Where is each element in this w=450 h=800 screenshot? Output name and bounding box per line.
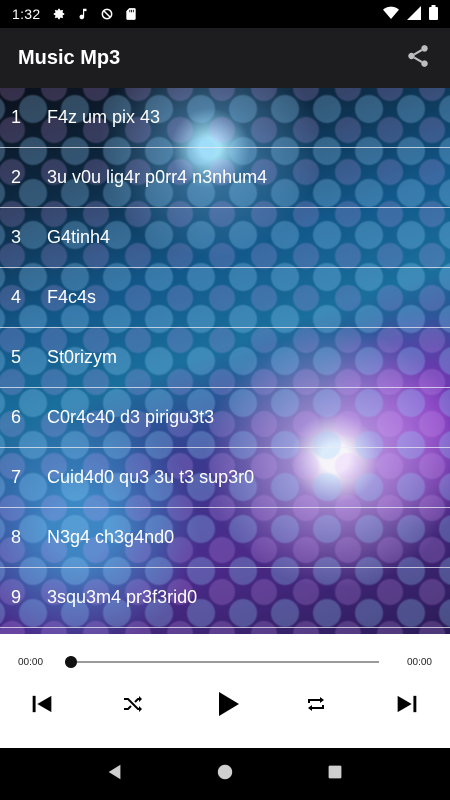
- signal-icon: [407, 5, 421, 23]
- status-bar: 1:32: [0, 0, 450, 28]
- shuffle-icon: [121, 692, 145, 721]
- song-title: C0r4c40 d3 pirigu3t3: [47, 407, 215, 427]
- gear-icon: [52, 7, 66, 21]
- song-number: 6: [11, 407, 22, 427]
- song-row[interactable]: 8 N3g4 ch3g4nd0: [0, 508, 450, 568]
- song-number: 2: [11, 167, 22, 187]
- repeat-icon: [304, 692, 328, 721]
- song-number: 3: [11, 227, 22, 247]
- system-nav-bar: [0, 748, 450, 800]
- song-row[interactable]: 7 Cuid4d0 qu3 3u t3 sup3r0: [0, 448, 450, 508]
- status-time: 1:32: [12, 6, 41, 22]
- battery-icon: [429, 5, 438, 23]
- data-saver-icon: [100, 7, 114, 21]
- recents-icon: [327, 764, 343, 785]
- song-row[interactable]: 3 G4tinh4: [0, 208, 450, 268]
- sd-card-icon: [124, 7, 138, 21]
- song-list[interactable]: 1 F4z um pix 43 2 3u v0u lig4r p0rr4 n3n…: [0, 88, 450, 634]
- wifi-icon: [383, 6, 399, 23]
- skip-previous-icon: [28, 690, 56, 723]
- home-button[interactable]: [205, 754, 245, 794]
- app-title: Music Mp3: [18, 46, 121, 69]
- song-title: N3g4 ch3g4nd0: [47, 527, 175, 547]
- seek-thumb[interactable]: [65, 656, 77, 668]
- song-title: F4c4s: [47, 287, 97, 307]
- share-icon: [405, 43, 431, 74]
- current-time: 00:00: [18, 657, 44, 668]
- skip-next-icon: [393, 690, 421, 723]
- recents-button[interactable]: [315, 754, 355, 794]
- song-title: Cuid4d0 qu3 3u t3 sup3r0: [47, 467, 255, 487]
- song-title: F4z um pix 43: [47, 107, 161, 127]
- song-row[interactable]: 5 St0rizym: [0, 328, 450, 388]
- song-row[interactable]: 2 3u v0u lig4r p0rr4 n3nhum4: [0, 148, 450, 208]
- home-icon: [216, 763, 234, 786]
- song-number: 9: [11, 587, 22, 607]
- song-row[interactable]: 1 F4z um pix 43: [0, 88, 450, 148]
- player-panel: 00:00 00:00: [0, 634, 450, 748]
- play-button[interactable]: [207, 686, 247, 726]
- song-row[interactable]: 9 3squ3m4 pr3f3rid0: [0, 568, 450, 628]
- back-button[interactable]: [95, 754, 135, 794]
- seek-bar[interactable]: [70, 661, 379, 663]
- repeat-button[interactable]: [296, 686, 336, 726]
- song-row[interactable]: 6 C0r4c40 d3 pirigu3t3: [0, 388, 450, 448]
- share-button[interactable]: [404, 44, 432, 72]
- shuffle-button[interactable]: [113, 686, 153, 726]
- song-title: G4tinh4: [47, 227, 111, 247]
- play-icon: [211, 688, 243, 725]
- back-icon: [106, 763, 124, 786]
- song-row[interactable]: 4 F4c4s: [0, 268, 450, 328]
- app-bar: Music Mp3: [0, 28, 450, 88]
- music-note-icon: [76, 7, 90, 21]
- song-title: 3u v0u lig4r p0rr4 n3nhum4: [47, 167, 268, 187]
- next-button[interactable]: [387, 686, 427, 726]
- song-title: St0rizym: [47, 347, 118, 367]
- song-number: 7: [11, 467, 22, 487]
- song-title: 3squ3m4 pr3f3rid0: [47, 587, 198, 607]
- song-number: 5: [11, 347, 22, 367]
- previous-button[interactable]: [22, 686, 62, 726]
- song-number: 1: [11, 107, 22, 127]
- song-number: 4: [11, 287, 22, 307]
- total-time: 00:00: [406, 657, 432, 668]
- song-number: 8: [11, 527, 22, 547]
